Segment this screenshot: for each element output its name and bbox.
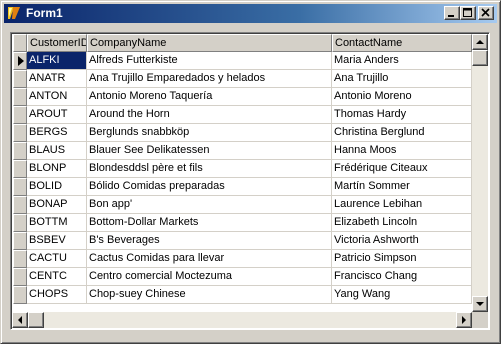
scroll-right-button[interactable] [456, 312, 472, 328]
cell-customer-id[interactable]: CACTU [27, 250, 87, 268]
cell-company-name[interactable]: Around the Horn [87, 106, 332, 124]
cell-contact-name[interactable]: Maria Anders [332, 52, 472, 70]
maximize-button[interactable] [460, 6, 476, 20]
vertical-scrollbar[interactable] [472, 34, 488, 312]
window-title: Form1 [26, 6, 63, 20]
header-corner [13, 34, 27, 52]
cell-company-name[interactable]: Centro comercial Moctezuma [87, 268, 332, 286]
cell-company-name[interactable]: Berglunds snabbköp [87, 124, 332, 142]
cell-contact-name[interactable]: Martín Sommer [332, 178, 472, 196]
cell-company-name[interactable]: Bon app' [87, 196, 332, 214]
app-window: Form1 CustomerID CompanyName ContactName AL… [0, 0, 501, 344]
cell-contact-name[interactable]: Elizabeth Lincoln [332, 214, 472, 232]
column-header[interactable]: CompanyName [87, 34, 332, 52]
horizontal-scroll-thumb[interactable] [28, 312, 44, 328]
cell-customer-id[interactable]: AROUT [27, 106, 87, 124]
row-indicator[interactable] [13, 70, 27, 88]
minimize-icon [448, 15, 454, 17]
cell-customer-id[interactable]: BONAP [27, 196, 87, 214]
row-indicator[interactable] [13, 106, 27, 124]
cell-customer-id[interactable]: BSBEV [27, 232, 87, 250]
row-indicator[interactable] [13, 160, 27, 178]
cell-company-name[interactable]: Cactus Comidas para llevar [87, 250, 332, 268]
delphi-icon [8, 7, 20, 19]
cell-customer-id[interactable]: ALFKI [27, 52, 87, 70]
cell-customer-id[interactable]: CENTC [27, 268, 87, 286]
cell-customer-id[interactable]: BERGS [27, 124, 87, 142]
scroll-down-button[interactable] [472, 296, 488, 312]
cell-contact-name[interactable]: Antonio Moreno [332, 88, 472, 106]
cell-customer-id[interactable]: BLAUS [27, 142, 87, 160]
cell-contact-name[interactable]: Ana Trujillo [332, 70, 472, 88]
cell-customer-id[interactable]: BOTTM [27, 214, 87, 232]
arrow-right-icon [462, 316, 466, 324]
title-bar[interactable]: Form1 [4, 4, 497, 23]
arrow-up-icon [476, 40, 484, 44]
arrow-down-icon [476, 302, 484, 306]
maximize-icon [463, 8, 472, 17]
cell-contact-name[interactable]: Laurence Lebihan [332, 196, 472, 214]
cell-company-name[interactable]: Blauer See Delikatessen [87, 142, 332, 160]
row-indicator[interactable] [13, 250, 27, 268]
cell-contact-name[interactable]: Francisco Chang [332, 268, 472, 286]
cell-company-name[interactable]: Antonio Moreno Taquería [87, 88, 332, 106]
horizontal-scrollbar[interactable] [12, 312, 472, 328]
close-icon [481, 8, 490, 17]
cell-company-name[interactable]: Bottom-Dollar Markets [87, 214, 332, 232]
arrow-left-icon [18, 316, 22, 324]
cell-contact-name[interactable]: Patricio Simpson [332, 250, 472, 268]
row-indicator[interactable] [13, 142, 27, 160]
cell-contact-name[interactable]: Christina Berglund [332, 124, 472, 142]
row-indicator[interactable] [13, 178, 27, 196]
row-pointer-icon [18, 56, 24, 66]
row-indicator[interactable] [13, 268, 27, 286]
row-indicator[interactable] [13, 196, 27, 214]
vertical-scroll-thumb[interactable] [472, 50, 488, 66]
cell-company-name[interactable]: Bólido Comidas preparadas [87, 178, 332, 196]
customers-grid[interactable]: CustomerID CompanyName ContactName ALFKI Alf… [10, 32, 490, 330]
cell-contact-name[interactable]: Victoria Ashworth [332, 232, 472, 250]
row-indicator[interactable] [13, 232, 27, 250]
row-indicator[interactable] [13, 124, 27, 142]
cell-company-name[interactable]: Alfreds Futterkiste [87, 52, 332, 70]
minimize-button[interactable] [444, 6, 460, 20]
cell-company-name[interactable]: B's Beverages [87, 232, 332, 250]
cell-customer-id[interactable]: ANATR [27, 70, 87, 88]
row-indicator[interactable] [13, 52, 27, 70]
cell-contact-name[interactable]: Frédérique Citeaux [332, 160, 472, 178]
cell-customer-id[interactable]: ANTON [27, 88, 87, 106]
scroll-left-button[interactable] [12, 312, 28, 328]
close-button[interactable] [478, 6, 494, 20]
row-indicator[interactable] [13, 286, 27, 304]
cell-contact-name[interactable]: Yang Wang [332, 286, 472, 304]
cell-customer-id[interactable]: CHOPS [27, 286, 87, 304]
column-header[interactable]: CustomerID [27, 34, 87, 52]
cell-contact-name[interactable]: Thomas Hardy [332, 106, 472, 124]
row-indicator[interactable] [13, 88, 27, 106]
cell-customer-id[interactable]: BOLID [27, 178, 87, 196]
row-indicator[interactable] [13, 214, 27, 232]
cell-company-name[interactable]: Blondesddsl père et fils [87, 160, 332, 178]
column-header[interactable]: ContactName [332, 34, 472, 52]
scroll-up-button[interactable] [472, 34, 488, 50]
cell-customer-id[interactable]: BLONP [27, 160, 87, 178]
cell-company-name[interactable]: Ana Trujillo Emparedados y helados [87, 70, 332, 88]
scrollbar-corner [472, 312, 488, 328]
cell-contact-name[interactable]: Hanna Moos [332, 142, 472, 160]
cell-company-name[interactable]: Chop-suey Chinese [87, 286, 332, 304]
